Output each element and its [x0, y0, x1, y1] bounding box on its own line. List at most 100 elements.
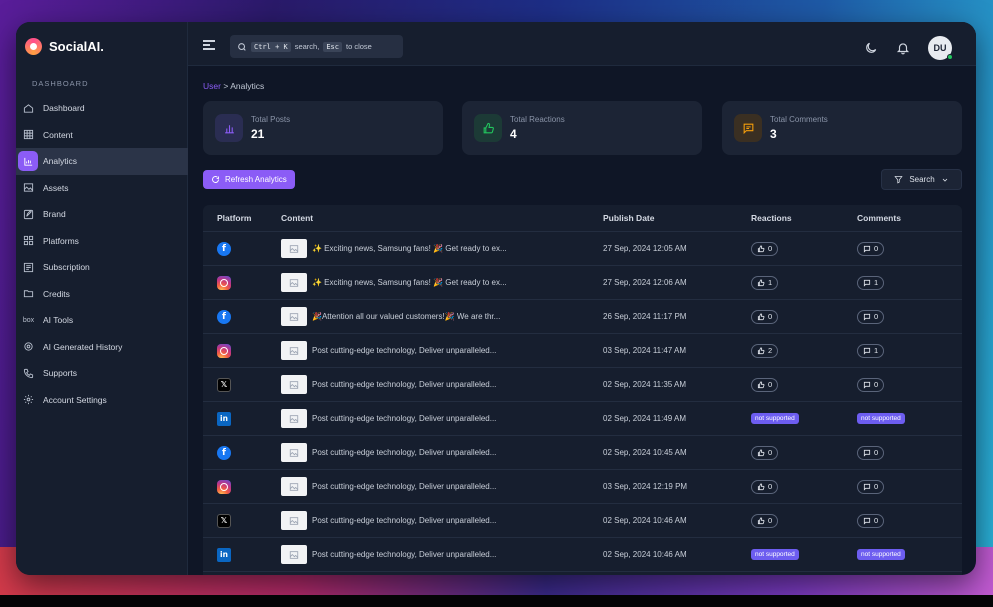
stat-label: Total Reactions: [510, 115, 565, 124]
comments-count: 0: [874, 244, 879, 253]
box-icon: box: [22, 316, 35, 324]
sidebar-item-ai-generated-history[interactable]: AI Generated History: [16, 334, 188, 361]
reactions-count-badge[interactable]: 0: [751, 241, 779, 256]
cell-reactions: not supported: [751, 413, 857, 424]
sidebar-item-credits[interactable]: Credits: [16, 281, 188, 308]
cell-comments: not supported: [857, 413, 962, 424]
stat-value: 3: [770, 127, 777, 141]
sidebar-item-analytics[interactable]: Analytics: [16, 148, 188, 175]
comments-count-badge[interactable]: 1: [857, 275, 885, 290]
table-row[interactable]: in Post cutting-edge technology, Deliver …: [203, 402, 962, 436]
sidebar-item-ai-tools[interactable]: box AI Tools: [16, 307, 188, 334]
comments-count: 1: [874, 346, 879, 355]
sidebar-item-label: AI Tools: [43, 315, 74, 326]
header-comments[interactable]: Comments: [857, 213, 962, 223]
comments-count-badge[interactable]: 0: [857, 513, 885, 528]
reactions-count-badge[interactable]: 1: [751, 275, 779, 290]
reactions-count-badge[interactable]: 0: [751, 445, 779, 460]
post-content-text: ✨ Exciting news, Samsung fans! 🎉 Get rea…: [312, 278, 507, 287]
reactions-count-badge[interactable]: 2: [751, 343, 779, 358]
sidebar-item-account-settings[interactable]: Account Settings: [16, 387, 188, 414]
cell-publish-date: 03 Sep, 2024 12:19 PM: [603, 482, 688, 491]
comments-count-badge[interactable]: 0: [857, 445, 885, 460]
cell-platform: f: [203, 309, 281, 324]
table-row[interactable]: 𝕏 Post cutting-edge technology, Deliver u…: [203, 504, 962, 538]
linkedin-icon: in: [217, 547, 231, 562]
comments-count-badge[interactable]: 0: [857, 241, 885, 256]
post-content-text: ✨ Exciting news, Samsung fans! 🎉 Get rea…: [312, 244, 507, 253]
bell-icon[interactable]: [896, 41, 910, 55]
chevron-down-icon: [942, 178, 947, 182]
logo[interactable]: SocialAI.: [25, 38, 104, 55]
comments-count-badge[interactable]: 0: [857, 479, 885, 494]
table-row[interactable]: f 🎉Attention all our valued customers!🎉 W…: [203, 300, 962, 334]
table-row[interactable]: 𝕏 Post cutting-edge technology, Deliver u…: [203, 368, 962, 402]
top-bar: Ctrl + K search, Esc to close DU: [188, 22, 976, 66]
refresh-analytics-button[interactable]: Refresh Analytics: [203, 170, 295, 189]
table-row[interactable]: f ✨ Exciting news, Samsung fans! 🎉 Get re…: [203, 232, 962, 266]
app-name: SocialAI.: [49, 39, 104, 54]
sidebar-item-supports[interactable]: Supports: [16, 360, 188, 387]
online-status-dot: [947, 54, 953, 60]
cell-platform: f: [203, 445, 281, 460]
cell-publish-date: 02 Sep, 2024 11:35 AM: [603, 380, 687, 389]
comment-icon: [863, 347, 871, 355]
cell-reactions: 2: [751, 343, 857, 358]
breadcrumb-current: Analytics: [230, 81, 265, 91]
reactions-count-badge[interactable]: 0: [751, 377, 779, 392]
search-filter-button[interactable]: Search: [881, 169, 962, 190]
cell-platform: in: [203, 411, 281, 426]
comments-count-badge[interactable]: 0: [857, 309, 885, 324]
breadcrumb: User > Analytics: [203, 81, 264, 91]
comments-count-badge[interactable]: 1: [857, 343, 885, 358]
comments-count: 0: [874, 380, 879, 389]
search-input[interactable]: Ctrl + K search, Esc to close: [230, 35, 403, 58]
thumbs-up-icon: [757, 313, 765, 321]
search-filter-label: Search: [909, 175, 935, 184]
table-row[interactable]: f Post cutting-edge technology, Deliver u…: [203, 436, 962, 470]
table-row[interactable]: ✨ Exciting news, Samsung fans! 🎉 Get rea…: [203, 266, 962, 300]
comment-icon: [863, 313, 871, 321]
sidebar-item-subscription[interactable]: Subscription: [16, 254, 188, 281]
phone-icon: [23, 368, 34, 379]
cell-comments: 0: [857, 479, 962, 494]
cell-content: Post cutting-edge technology, Deliver un…: [281, 545, 603, 564]
sidebar-item-label: Subscription: [43, 262, 90, 273]
sidebar-item-brand[interactable]: Brand: [16, 201, 188, 228]
header-content[interactable]: Content: [281, 213, 603, 223]
table-row[interactable]: in Post cutting-edge technology, Deliver …: [203, 538, 962, 572]
reactions-count: 0: [768, 244, 773, 253]
header-platform[interactable]: Platform: [203, 213, 281, 223]
sidebar-item-assets[interactable]: Assets: [16, 175, 188, 202]
logo-icon: [25, 38, 42, 55]
comment-icon: [863, 449, 871, 457]
cell-comments: 0: [857, 241, 962, 256]
top-actions: DU: [864, 36, 953, 60]
cell-reactions: 0: [751, 241, 857, 256]
sidebar-item-label: Supports: [43, 368, 78, 379]
x-icon: 𝕏: [217, 513, 231, 528]
not-supported-badge: not supported: [857, 549, 905, 560]
header-reactions[interactable]: Reactions: [751, 213, 857, 223]
sidebar-item-content[interactable]: Content: [16, 122, 188, 149]
moon-icon[interactable]: [864, 41, 878, 55]
menu-toggle-icon[interactable]: [203, 40, 215, 50]
reactions-count-badge[interactable]: 0: [751, 479, 779, 494]
thumbs-up-icon: [757, 517, 765, 525]
sidebar-item-platforms[interactable]: Platforms: [16, 228, 188, 255]
table-row[interactable]: Post cutting-edge technology, Deliver un…: [203, 334, 962, 368]
avatar[interactable]: DU: [928, 36, 953, 60]
sidebar-item-dashboard[interactable]: Dashboard: [16, 95, 188, 122]
cell-publish-date: 02 Sep, 2024 11:49 AM: [603, 414, 687, 423]
breadcrumb-parent[interactable]: User: [203, 81, 221, 91]
gear-icon: [23, 394, 34, 405]
reactions-count-badge[interactable]: 0: [751, 309, 779, 324]
table-row[interactable]: Post cutting-edge technology, Deliver un…: [203, 470, 962, 504]
not-supported-badge: not supported: [857, 413, 905, 424]
search-icon: [238, 42, 246, 51]
cell-content: Post cutting-edge technology, Deliver un…: [281, 409, 603, 428]
header-publish-date[interactable]: Publish Date: [603, 213, 751, 223]
reactions-count-badge[interactable]: 0: [751, 513, 779, 528]
stat-label: Total Posts: [251, 115, 291, 124]
comments-count-badge[interactable]: 0: [857, 377, 885, 392]
